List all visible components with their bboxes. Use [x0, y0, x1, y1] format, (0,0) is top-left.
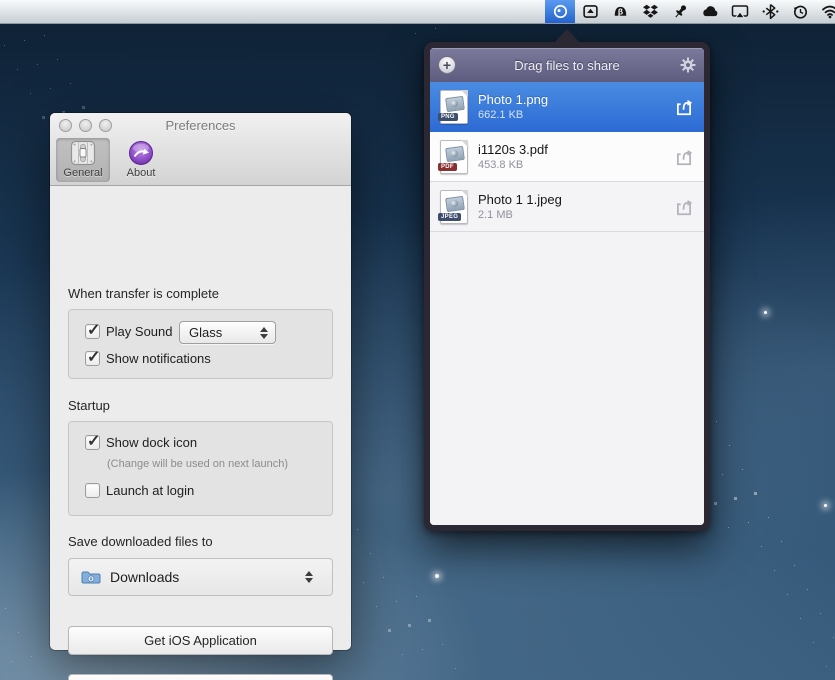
- time-machine-icon[interactable]: [785, 0, 815, 23]
- title-bar[interactable]: Preferences: [50, 113, 351, 138]
- share-icon[interactable]: [674, 198, 694, 216]
- desktop: β: [0, 0, 835, 680]
- about-icon: [128, 140, 154, 166]
- popover-header[interactable]: + Drag files to share: [430, 48, 704, 82]
- file-name: Photo 1 1.jpeg: [478, 192, 674, 208]
- section-heading-transfer: When transfer is complete: [68, 286, 219, 301]
- file-row[interactable]: PNG Photo 1.png 662.1 KB: [430, 82, 704, 132]
- tab-general[interactable]: General: [56, 138, 110, 182]
- dock-icon-label: Show dock icon: [106, 435, 197, 450]
- bright-star: [764, 311, 767, 314]
- play-sound-label: Play Sound: [106, 324, 173, 339]
- play-sound-row: ✓ Play Sound: [85, 324, 173, 339]
- startup-groupbox: ✓ Show dock icon (Change will be used on…: [68, 421, 333, 516]
- dropbox-icon[interactable]: [635, 0, 665, 23]
- preferences-content: When transfer is complete ✓ Play Sound G…: [50, 187, 351, 650]
- preferences-window: Preferences General About When transfer …: [50, 113, 351, 650]
- launch-login-label: Launch at login: [106, 483, 194, 498]
- status-icons: β: [545, 0, 835, 23]
- file-size: 2.1 MB: [478, 208, 674, 222]
- play-sound-checkbox[interactable]: ✓: [85, 324, 100, 339]
- preferences-toolbar: General About: [56, 138, 172, 186]
- switch-icon: [70, 140, 96, 166]
- dock-icon-note: (Change will be used on next launch): [107, 458, 288, 470]
- file-name: Photo 1.png: [478, 92, 674, 108]
- window-chrome: Preferences General About: [50, 113, 351, 186]
- share-icon[interactable]: [674, 98, 694, 116]
- file-list-empty-area: [430, 232, 704, 525]
- sound-select-value: Glass: [180, 325, 257, 340]
- dock-icon-checkbox[interactable]: ✓: [85, 435, 100, 450]
- tab-about-label: About: [127, 167, 156, 179]
- select-arrows-icon: [302, 571, 316, 583]
- launch-login-checkbox[interactable]: ✓: [85, 483, 100, 498]
- section-heading-save: Save downloaded files to: [68, 534, 213, 549]
- get-ios-app-button[interactable]: Get iOS Application: [68, 626, 333, 655]
- wifi-icon[interactable]: [815, 0, 835, 23]
- file-name: i1120s 3.pdf: [478, 142, 674, 158]
- tab-general-label: General: [63, 167, 102, 179]
- launch-login-row: ✓ Launch at login: [85, 483, 194, 498]
- tab-about[interactable]: About: [114, 138, 168, 182]
- menu-bar: β: [0, 0, 835, 24]
- file-size: 453.8 KB: [478, 158, 674, 172]
- share-popover: + Drag files to share PNG Photo 1.png 66…: [424, 42, 710, 531]
- notifications-checkbox[interactable]: ✓: [85, 351, 100, 366]
- sound-select[interactable]: Glass: [179, 321, 276, 344]
- dock-icon-row: ✓ Show dock icon: [85, 435, 197, 450]
- section-heading-startup: Startup: [68, 398, 110, 413]
- pushpin-icon[interactable]: [665, 0, 695, 23]
- transfer-groupbox: ✓ Play Sound Glass ✓ Show notifications: [68, 309, 333, 379]
- file-badge: PNG: [438, 113, 458, 121]
- popover-arrow: [554, 29, 580, 43]
- notifications-row: ✓ Show notifications: [85, 351, 211, 366]
- add-file-button[interactable]: +: [438, 56, 456, 74]
- cloud-icon[interactable]: [695, 0, 725, 23]
- download-folder-select[interactable]: Downloads: [68, 558, 333, 596]
- downloads-folder-icon: [81, 569, 101, 585]
- bright-star: [435, 574, 439, 578]
- file-type-icon: JPEG: [440, 190, 468, 224]
- notifications-label: Show notifications: [106, 351, 211, 366]
- file-badge: PDF: [438, 163, 457, 171]
- eject-icon[interactable]: [575, 0, 605, 23]
- beta-bell-icon[interactable]: β: [605, 0, 635, 23]
- svg-text:β: β: [617, 6, 622, 16]
- share-icon[interactable]: [674, 148, 694, 166]
- quit-button[interactable]: Quit: [68, 674, 333, 680]
- popover-title: Drag files to share: [514, 58, 620, 73]
- airplay-icon[interactable]: [725, 0, 755, 23]
- file-row[interactable]: JPEG Photo 1 1.jpeg 2.1 MB: [430, 182, 704, 232]
- file-row[interactable]: PDF i1120s 3.pdf 453.8 KB: [430, 132, 704, 182]
- file-type-icon: PNG: [440, 90, 468, 124]
- gear-icon[interactable]: [680, 57, 696, 73]
- bluetooth-icon[interactable]: [755, 0, 785, 23]
- file-size: 662.1 KB: [478, 108, 674, 122]
- app-timer-menubar-icon[interactable]: [545, 0, 575, 23]
- file-badge: JPEG: [438, 213, 461, 221]
- bright-star: [824, 504, 827, 507]
- window-title: Preferences: [50, 118, 351, 133]
- download-folder-value: Downloads: [101, 569, 302, 585]
- select-arrows-icon: [257, 327, 271, 339]
- file-type-icon: PDF: [440, 140, 468, 174]
